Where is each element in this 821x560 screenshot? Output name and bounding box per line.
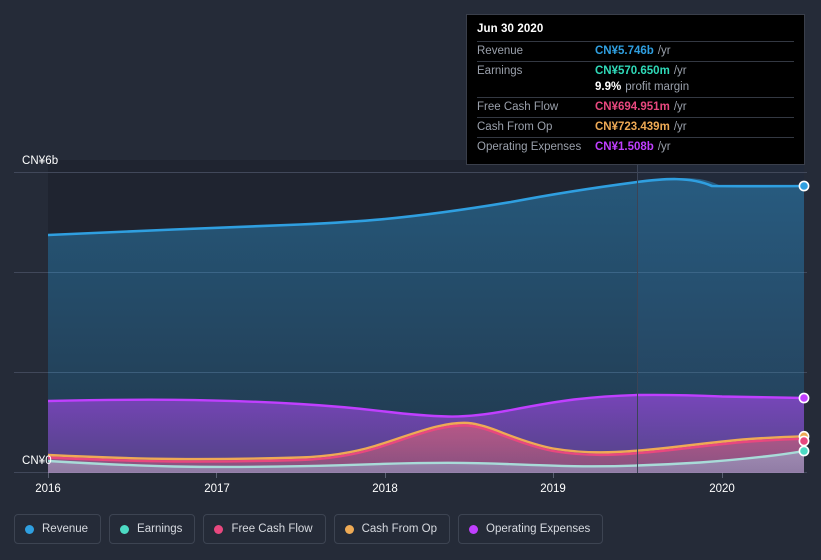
tooltip-row-free-cash-flow: Free Cash Flow CN¥694.951m /yr: [477, 97, 794, 117]
legend-item-revenue[interactable]: Revenue: [14, 514, 102, 544]
marker-revenue: [798, 180, 810, 192]
x-axis-label-2019: 2019: [540, 483, 566, 495]
marker-operating-expenses: [798, 392, 810, 404]
tooltip-row-revenue: Revenue CN¥5.746b /yr: [477, 41, 794, 61]
marker-free-cash-flow: [798, 435, 810, 447]
tooltip-label-cash-from-op: Cash From Op: [477, 121, 553, 133]
tooltip-unit-cash-from-op: /yr: [673, 121, 687, 133]
y-axis-label-top: CN¥6b: [22, 155, 59, 167]
legend-item-cash-from-op[interactable]: Cash From Op: [333, 514, 451, 544]
chart-legend: Revenue Earnings Free Cash Flow Cash Fro…: [14, 514, 604, 544]
tooltip-unit-revenue: /yr: [657, 45, 671, 57]
legend-dot-cash-from-op-icon: [344, 524, 354, 534]
chart-tooltip: Jun 30 2020 Revenue CN¥5.746b /yr Earnin…: [466, 14, 805, 165]
x-axis-label-2016: 2016: [35, 483, 61, 495]
legend-dot-free-cash-flow-icon: [214, 524, 224, 534]
tooltip-value-free-cash-flow: CN¥694.951m: [595, 101, 670, 113]
legend-label-free-cash-flow: Free Cash Flow: [231, 523, 313, 535]
marker-earnings: [798, 445, 810, 457]
tooltip-unit-profit-margin: profit margin: [625, 81, 690, 93]
tooltip-label-free-cash-flow: Free Cash Flow: [477, 101, 559, 113]
tooltip-row-earnings: Earnings CN¥570.650m /yr: [477, 61, 794, 81]
x-axis: 2016 2017 2018 2019 2020: [0, 483, 821, 499]
tooltip-row-cash-from-op: Cash From Op CN¥723.439m /yr: [477, 117, 794, 137]
tooltip-value-cash-from-op: CN¥723.439m: [595, 121, 670, 133]
tooltip-value-profit-margin: 9.9%: [595, 81, 622, 93]
x-axis-label-2018: 2018: [372, 483, 398, 495]
legend-label-operating-expenses: Operating Expenses: [486, 523, 591, 535]
tooltip-value-revenue: CN¥5.746b: [595, 45, 654, 57]
tooltip-unit-operating-expenses: /yr: [657, 141, 671, 153]
legend-label-revenue: Revenue: [42, 523, 89, 535]
tooltip-label-operating-expenses: Operating Expenses: [477, 141, 582, 153]
legend-item-operating-expenses[interactable]: Operating Expenses: [458, 514, 604, 544]
legend-item-free-cash-flow[interactable]: Free Cash Flow: [203, 514, 326, 544]
financial-performance-chart: CN¥6b CN¥0 2016 2017 2018 2019 2020 Jun …: [0, 0, 821, 560]
tooltip-unit-earnings: /yr: [673, 65, 687, 77]
tooltip-date: Jun 30 2020: [477, 23, 544, 35]
tooltip-label-earnings: Earnings: [477, 65, 523, 77]
tooltip-row-operating-expenses: Operating Expenses CN¥1.508b /yr: [477, 137, 794, 157]
y-axis-label-zero: CN¥0: [22, 455, 52, 467]
x-axis-label-2020: 2020: [709, 483, 735, 495]
legend-dot-operating-expenses-icon: [469, 524, 479, 534]
tooltip-unit-free-cash-flow: /yr: [673, 101, 687, 113]
tooltip-label-revenue: Revenue: [477, 45, 524, 57]
legend-item-earnings[interactable]: Earnings: [109, 514, 196, 544]
legend-label-earnings: Earnings: [137, 523, 183, 535]
tooltip-row-profit-margin: 9.9% profit margin: [477, 81, 794, 97]
tooltip-value-earnings: CN¥570.650m: [595, 65, 670, 77]
tooltip-value-operating-expenses: CN¥1.508b: [595, 141, 654, 153]
legend-dot-earnings-icon: [120, 524, 130, 534]
legend-label-cash-from-op: Cash From Op: [361, 523, 438, 535]
x-axis-label-2017: 2017: [204, 483, 230, 495]
legend-dot-revenue-icon: [25, 524, 34, 534]
